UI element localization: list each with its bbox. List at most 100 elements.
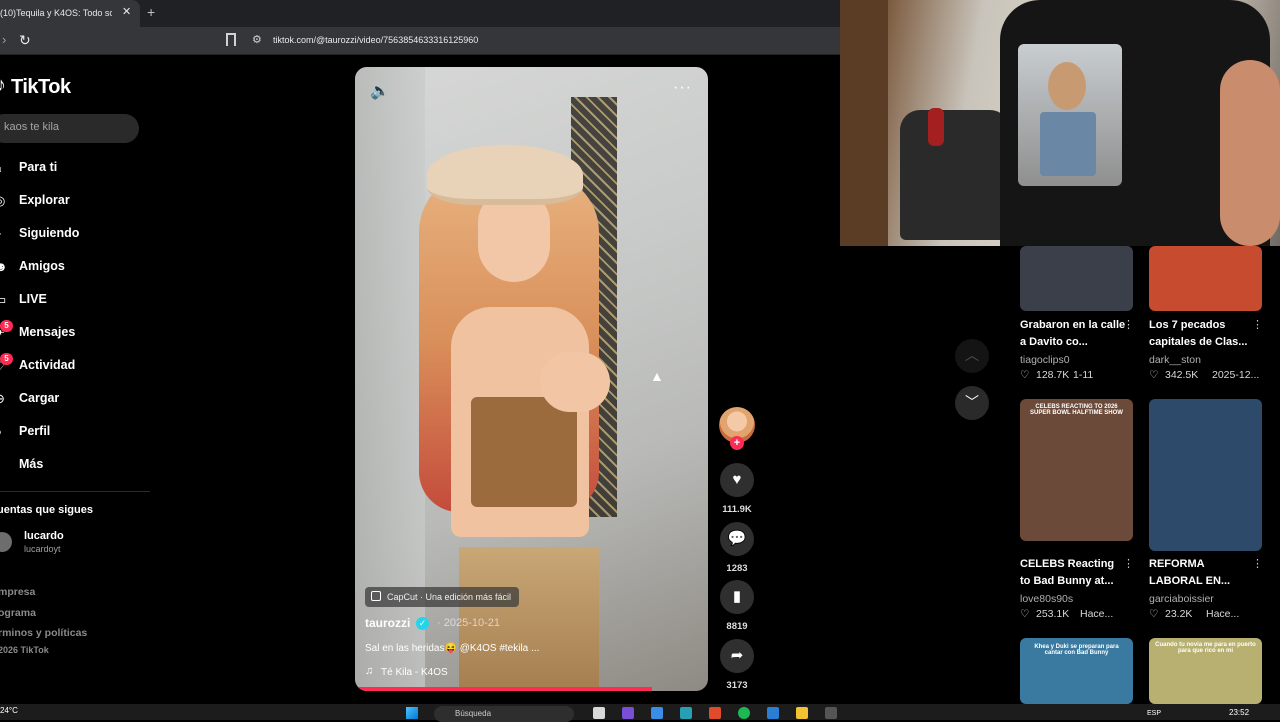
- feed-date: 1-11: [1073, 369, 1094, 381]
- app-icon[interactable]: [825, 707, 837, 719]
- tab-close-icon[interactable]: ✕: [122, 5, 131, 18]
- address-bar[interactable]: tiktok.com/@taurozzi/video/7563854633316…: [273, 35, 478, 45]
- profile-icon: ●: [0, 424, 2, 439]
- search-value: kaos te kila: [4, 121, 60, 133]
- save-count: 8819: [726, 621, 748, 632]
- nav-siguiendo[interactable]: Siguiendo: [19, 226, 79, 240]
- volume-icon[interactable]: 🔈: [370, 81, 390, 101]
- file-explorer-icon[interactable]: [796, 707, 808, 719]
- nav-explorar[interactable]: Explorar: [19, 193, 70, 207]
- spotify-icon[interactable]: [738, 707, 750, 719]
- weather-widget[interactable]: 24°C: [0, 706, 18, 715]
- feed-title[interactable]: CELEBS Reacting to Bad Bunny at...: [1020, 556, 1126, 590]
- feed-user[interactable]: love80s90s: [1020, 593, 1073, 605]
- feed-date: Hace...: [1206, 608, 1240, 620]
- feed-likes: 128.7K: [1036, 369, 1070, 381]
- nav-amigos[interactable]: Amigos: [19, 259, 65, 273]
- tab-title: (10)Tequila y K4OS: Todo sobre l: [0, 8, 112, 18]
- home-icon: ⌂: [0, 160, 2, 175]
- feed-likes: 23.2K: [1165, 608, 1193, 620]
- language-indicator[interactable]: ESP: [1147, 710, 1161, 717]
- bookmark-icon: ▮: [732, 588, 742, 605]
- webcam-overlay: [840, 0, 1280, 246]
- following-icon: +: [0, 226, 2, 241]
- activity-badge: 5: [0, 353, 13, 365]
- account-handle: lucardoyt: [24, 544, 61, 554]
- feed-user[interactable]: tiagoclips0: [1020, 354, 1070, 366]
- video-author[interactable]: taurozzi: [365, 616, 410, 630]
- chevron-down-icon: ﹀: [965, 394, 979, 410]
- windows-start-icon[interactable]: [406, 707, 418, 719]
- compass-icon: ◎: [0, 193, 5, 209]
- tiktok-logo[interactable]: TikTok: [11, 76, 71, 99]
- kebab-icon[interactable]: ⋮: [1252, 318, 1263, 331]
- nav-perfil[interactable]: Perfil: [19, 424, 50, 438]
- like-button[interactable]: ♥: [720, 463, 754, 497]
- feed-title[interactable]: Grabaron en la calle a Davito co...: [1020, 317, 1126, 351]
- feed-user[interactable]: dark__ston: [1149, 354, 1201, 366]
- forward-icon[interactable]: ›: [2, 32, 6, 47]
- feed-title[interactable]: REFORMA LABORAL EN...: [1149, 556, 1255, 590]
- video-date: · 2025-10-21: [437, 617, 500, 629]
- save-button[interactable]: ▮: [720, 580, 754, 614]
- nav-mas[interactable]: Más: [19, 457, 43, 471]
- feed-thumbnail[interactable]: [1020, 246, 1133, 311]
- task-view-icon[interactable]: [593, 707, 605, 719]
- site-info-icon[interactable]: ⚙: [252, 33, 262, 46]
- nav-mensajes[interactable]: Mensajes: [19, 325, 75, 339]
- previous-video-button[interactable]: ︿: [955, 339, 989, 373]
- kebab-icon[interactable]: ⋮: [1123, 557, 1134, 570]
- comment-icon: 💬: [727, 530, 747, 547]
- next-video-button[interactable]: ﹀: [955, 386, 989, 420]
- nav-actividad[interactable]: Actividad: [19, 358, 75, 372]
- nav-para-ti[interactable]: Para ti: [19, 160, 57, 174]
- feed-thumbnail[interactable]: [1149, 399, 1262, 551]
- feed-user[interactable]: garciaboissier: [1149, 593, 1214, 605]
- capcut-badge[interactable]: CapCut · Una edición más fácil: [365, 587, 520, 607]
- thumbnail-caption: Khea y Duki se preparan para cantar con …: [1034, 644, 1119, 656]
- nav-live[interactable]: LIVE: [19, 292, 47, 306]
- feed-thumbnail[interactable]: Khea y Duki se preparan para cantar con …: [1020, 638, 1133, 704]
- reload-icon[interactable]: ↻: [19, 32, 31, 49]
- share-button[interactable]: ➦: [720, 639, 754, 673]
- webcam-guitar: [928, 108, 944, 146]
- avatar[interactable]: [0, 532, 12, 552]
- webcam-door: [840, 0, 888, 246]
- follow-plus-icon[interactable]: +: [730, 436, 744, 450]
- taskbar-search-placeholder: Búsqueda: [455, 709, 492, 718]
- video-person-hat: [427, 145, 583, 205]
- footer-link-programa[interactable]: ograma: [0, 607, 36, 619]
- taskbar: [0, 704, 1280, 720]
- video-caption[interactable]: Sal en las heridas😝 @K4OS #tekila ...: [365, 643, 539, 654]
- copyright: 2026 TikTok: [0, 645, 49, 655]
- video-music[interactable]: Té Kila - K4OS: [381, 667, 448, 678]
- nav-cargar[interactable]: Cargar: [19, 391, 59, 405]
- feed-thumbnail[interactable]: [1149, 246, 1262, 311]
- sidebar-divider: [0, 491, 150, 492]
- feed-thumbnail[interactable]: Cuando tu novia me para en puerto para q…: [1149, 638, 1262, 704]
- clock[interactable]: 23:52: [1229, 708, 1249, 717]
- thumbnail-caption: CELEBS REACTING TO 2026 SUPER BOWL HALFT…: [1030, 404, 1123, 416]
- more-options-icon[interactable]: ···: [673, 79, 692, 97]
- account-name[interactable]: lucardo: [24, 530, 64, 542]
- webcam-gaming-chair: [900, 110, 1010, 240]
- app-icon[interactable]: [651, 707, 663, 719]
- video-progress-bar[interactable]: [355, 687, 652, 691]
- feed-title[interactable]: Los 7 pecados capitales de Clas...: [1149, 317, 1255, 351]
- app-icon[interactable]: [622, 707, 634, 719]
- footer-link-empresa[interactable]: mpresa: [0, 586, 35, 598]
- app-icon[interactable]: [680, 707, 692, 719]
- bookmark-icon[interactable]: [226, 33, 236, 46]
- comment-button[interactable]: 💬: [720, 522, 754, 556]
- kebab-icon[interactable]: ⋮: [1123, 318, 1134, 331]
- upload-icon: ⊕: [0, 391, 5, 407]
- music-note-icon: ♫: [365, 665, 374, 677]
- new-tab-button[interactable]: +: [147, 4, 155, 20]
- app-icon[interactable]: [767, 707, 779, 719]
- kebab-icon[interactable]: ⋮: [1252, 557, 1263, 570]
- footer-link-terms[interactable]: rminos y políticas: [0, 627, 87, 639]
- browser-icon[interactable]: [709, 707, 721, 719]
- feed-date: Hace...: [1080, 608, 1114, 620]
- feed-thumbnail[interactable]: CELEBS REACTING TO 2026 SUPER BOWL HALFT…: [1020, 399, 1133, 541]
- capcut-icon: [371, 591, 381, 601]
